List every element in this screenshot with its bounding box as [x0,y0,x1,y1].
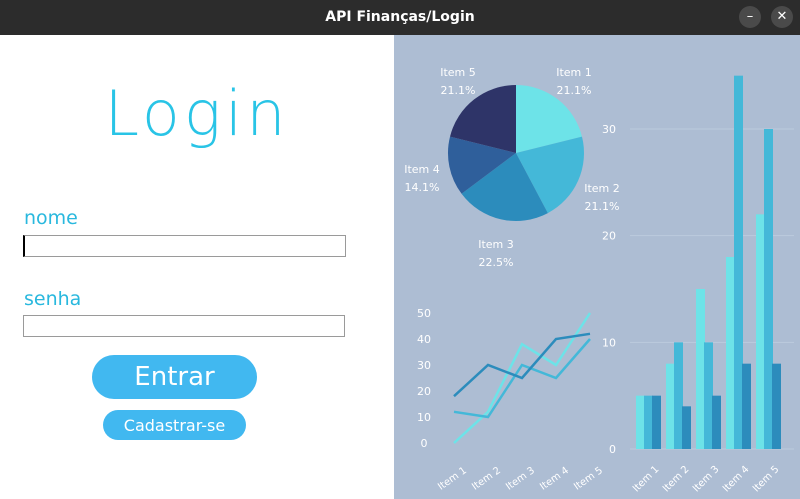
bar-y-tick: 30 [602,123,616,136]
bar [682,406,691,449]
bar-x-tick: Item 2 [661,464,692,495]
bar-x-tick: Item 3 [691,464,722,495]
pie-category-label: Item 5 [440,66,476,79]
bar [712,395,721,449]
pie-value-label: 21.1% [585,200,620,213]
register-button[interactable]: Cadastrar-se [103,410,246,440]
bar [772,363,781,449]
line-x-tick: Item 2 [470,465,503,493]
bar [696,289,705,449]
line-y-tick: 20 [417,385,431,398]
bar [726,257,735,449]
bar [636,395,645,449]
window-title: API Finanças/Login [325,9,475,25]
bar [652,395,661,449]
pie-category-label: Item 2 [584,182,620,195]
pie-value-label: 21.1% [441,84,476,97]
bar [734,75,743,449]
bar-x-tick: Item 4 [721,464,752,495]
name-label: nome [24,207,78,229]
pie-category-label: Item 4 [404,163,440,176]
bar [644,395,653,449]
bar [742,363,751,449]
login-button[interactable]: Entrar [92,355,257,399]
password-input[interactable] [23,315,345,337]
bar [764,129,773,449]
bar-y-tick: 0 [609,443,616,456]
pie-category-label: Item 3 [478,238,514,251]
bar-y-tick: 10 [602,336,616,349]
app-window: Login nome senha Entrar Cadastrar-se Ite… [0,35,800,499]
bar [704,342,713,449]
password-label: senha [24,288,82,310]
charts-panel: Item 1 21.1% Item 2 21.1% Item 3 22.5% Item 4 1… [394,35,800,499]
line-y-tick: 10 [417,411,431,424]
line-y-tick: 50 [417,307,431,320]
line-x-tick: Item 1 [436,465,469,493]
login-panel: Login nome senha Entrar Cadastrar-se [0,35,394,499]
bar-x-tick: Item 5 [751,464,782,495]
pie-value-label: 21.1% [557,84,592,97]
login-heading: Login [104,77,290,150]
line-x-tick: Item 3 [504,465,537,493]
window-titlebar: API Finanças/Login – ✕ [0,0,800,35]
pie-category-label: Item 1 [556,66,592,79]
bar-x-tick: Item 1 [631,464,662,495]
name-input[interactable] [23,235,346,257]
line-y-tick: 30 [417,359,431,372]
bar [674,342,683,449]
pie-value-label: 22.5% [479,256,514,269]
line-y-tick: 0 [421,437,428,450]
close-button[interactable]: ✕ [771,6,793,28]
line-x-tick: Item 4 [538,465,571,493]
bar [666,363,675,449]
line-y-tick: 40 [417,333,431,346]
line-x-tick: Item 5 [572,465,605,493]
minimize-button[interactable]: – [739,6,761,28]
bar [756,214,765,449]
bar-y-tick: 20 [602,230,616,243]
pie-value-label: 14.1% [405,181,440,194]
decorative-charts: Item 1 21.1% Item 2 21.1% Item 3 22.5% Item 4 1… [404,66,794,495]
